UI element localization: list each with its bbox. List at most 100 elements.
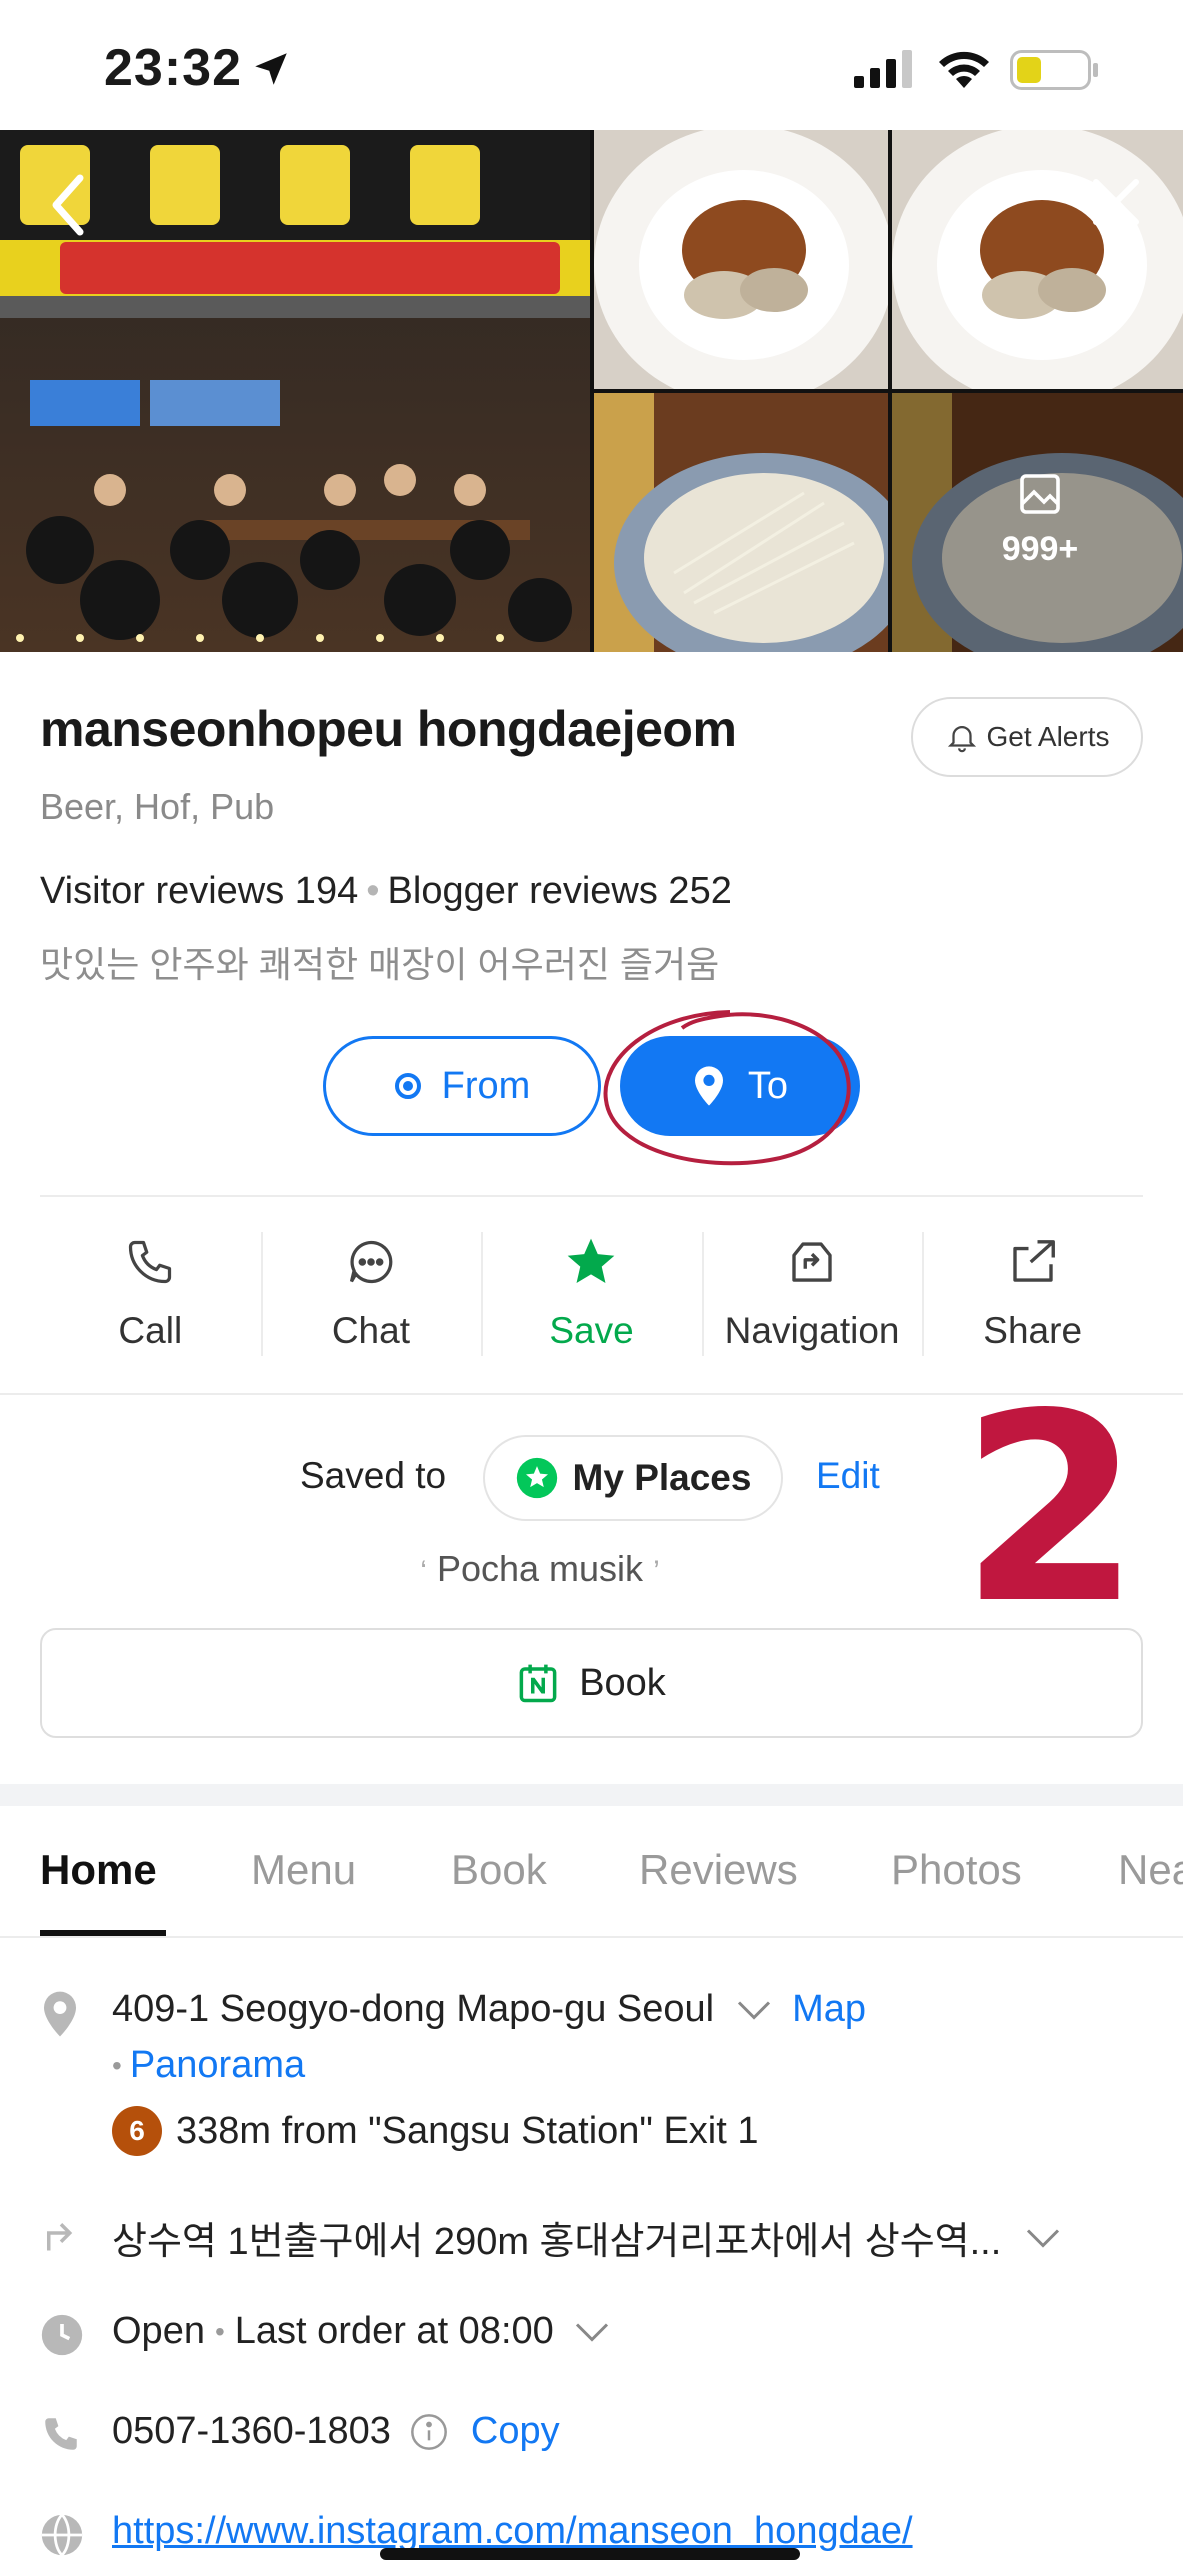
my-places-chip[interactable]: My Places (483, 1435, 783, 1521)
active-tab-indicator (40, 1930, 166, 1936)
clock-icon (41, 2314, 83, 2356)
thumbnail-photo[interactable] (594, 393, 888, 652)
home-indicator (380, 2548, 800, 2560)
station-distance: 338m from "Sangsu Station" Exit 1 (176, 2109, 759, 2152)
tab-book[interactable]: Book (451, 1846, 547, 1894)
address-text: 409-1 Seogyo-dong Mapo-gu Seoul (112, 1988, 715, 2030)
map-link[interactable]: Map (792, 1988, 866, 2031)
place-name: manseonhopeu hongdaejeom (40, 701, 737, 757)
section-separator (0, 1784, 1183, 1806)
separator-dot: • (214, 2315, 225, 2347)
route-to-button[interactable]: To (620, 1036, 860, 1136)
edit-link[interactable]: Edit (816, 1455, 880, 1497)
directions-text: 상수역 1번출구에서 290m 홍대삼거리포차에서 상수역... (112, 2221, 1002, 2263)
book-button[interactable]: Book (40, 1628, 1143, 1738)
phone-row: 0507-1360-1803 Copy (112, 2410, 560, 2453)
website-row: https://www.instagram.com/manseon_hongda… (112, 2510, 913, 2553)
copy-link[interactable]: Copy (471, 2410, 560, 2453)
star-icon (568, 1238, 615, 1283)
directions-arrow-icon (47, 2223, 73, 2251)
phone-small-icon (45, 2418, 77, 2450)
share-label: Share (983, 1310, 1083, 1351)
route-from-button[interactable]: From (323, 1036, 601, 1136)
back-chevron-icon[interactable] (44, 170, 94, 240)
thumbnail-photo[interactable] (594, 130, 888, 389)
tab-photos[interactable]: Photos (891, 1846, 1022, 1894)
chat-label: Chat (331, 1310, 410, 1351)
close-quote: ’ (653, 1555, 660, 1588)
tab-bar: Home Menu Book Reviews Photos Nea (0, 1806, 1183, 1938)
action-bar: Call Chat Save Navigation Share (40, 1220, 1143, 1370)
divider (40, 1195, 1143, 1197)
hours-row: Open • Last order at 08:00 (112, 2310, 610, 2353)
panorama-link[interactable]: Panorama (130, 2044, 305, 2087)
my-places-label: My Places (572, 1457, 752, 1498)
visitor-reviews-link[interactable]: Visitor reviews 194 (40, 870, 358, 912)
save-button[interactable]: Save (481, 1220, 702, 1370)
wifi-icon (939, 51, 989, 88)
phone-number[interactable]: 0507-1360-1803 (112, 2410, 391, 2453)
call-label: Call (118, 1310, 183, 1351)
book-label: Book (579, 1661, 666, 1704)
navigation-label: Navigation (724, 1310, 900, 1351)
saved-to-label: Saved to (300, 1455, 447, 1496)
photo-gallery[interactable]: 999+ (0, 130, 1183, 652)
cellular-signal-icon (854, 50, 912, 88)
battery-icon (1010, 50, 1098, 90)
get-alerts-label: Get Alerts (986, 721, 1110, 752)
map-pin-icon (44, 1991, 76, 2037)
phone-icon (129, 1240, 172, 1284)
open-status: Open (112, 2310, 205, 2352)
place-tagline: 맛있는 안주와 쾌적한 매장이 어우러진 즐거움 (40, 944, 720, 985)
open-quote: ‘ (420, 1555, 427, 1588)
save-label: Save (549, 1310, 634, 1351)
star-badge-icon (516, 1457, 557, 1499)
tab-home[interactable]: Home (40, 1846, 157, 1894)
share-icon (1012, 1240, 1055, 1282)
review-counts: Visitor reviews 194 • Blogger reviews 252 (40, 870, 732, 913)
chat-icon (349, 1240, 393, 1284)
separator-dot: • (366, 870, 380, 912)
blogger-reviews-link[interactable]: Blogger reviews 252 (388, 870, 732, 912)
chevron-down-icon[interactable] (574, 2321, 610, 2343)
origin-dot-icon (394, 1073, 421, 1099)
tab-menu[interactable]: Menu (251, 1846, 356, 1894)
directions-row: 상수역 1번출구에서 290m 홍대삼거리포차에서 상수역... (112, 2210, 1061, 2265)
get-alerts-button[interactable]: Get Alerts (911, 697, 1143, 777)
address-row: 409-1 Seogyo-dong Mapo-gu Seoul Map (112, 1988, 866, 2031)
tab-reviews[interactable]: Reviews (639, 1846, 798, 1894)
subway-line-badge: 6 (112, 2106, 162, 2156)
thumbnail-photo[interactable] (892, 130, 1183, 389)
last-order-text: Last order at 08:00 (234, 2310, 554, 2352)
destination-pin-icon (694, 1066, 723, 1106)
chevron-down-icon[interactable] (1025, 2227, 1061, 2249)
info-circle-icon[interactable] (409, 2412, 449, 2452)
call-button[interactable]: Call (40, 1220, 261, 1370)
photo-count: 999+ (1001, 530, 1079, 568)
status-bar: 23:32 (0, 0, 1183, 130)
navigation-button[interactable]: Navigation (701, 1220, 923, 1370)
route-to-label: To (747, 1064, 789, 1107)
chevron-down-icon[interactable] (736, 1999, 772, 2021)
place-category: Beer, Hof, Pub (40, 786, 275, 827)
separator-dot: • (112, 2049, 122, 2081)
saved-list-name-text: Pocha musik (436, 1548, 644, 1589)
saved-list-name: ‘ Pocha musik ’ (300, 1548, 780, 1590)
annotation-number: 2 (960, 1359, 1141, 1661)
location-arrow-icon (255, 53, 287, 85)
bell-plus-icon (947, 726, 976, 753)
status-time: 23:32 (104, 39, 242, 97)
navigation-icon (792, 1242, 832, 1282)
route-from-label: From (441, 1064, 531, 1107)
close-icon[interactable] (1088, 174, 1144, 230)
naver-booking-icon (519, 1664, 557, 1703)
tab-nearby[interactable]: Nea (1118, 1846, 1183, 1894)
subway-row: 6 338m from "Sangsu Station" Exit 1 (112, 2106, 759, 2156)
share-button[interactable]: Share (922, 1220, 1143, 1370)
thumbnail-photo-more[interactable] (892, 393, 1183, 652)
panorama-row: • Panorama (112, 2044, 305, 2087)
website-link[interactable]: https://www.instagram.com/manseon_hongda… (112, 2510, 913, 2553)
image-icon (1020, 474, 1060, 514)
globe-icon (41, 2513, 83, 2557)
chat-button[interactable]: Chat (260, 1220, 482, 1370)
